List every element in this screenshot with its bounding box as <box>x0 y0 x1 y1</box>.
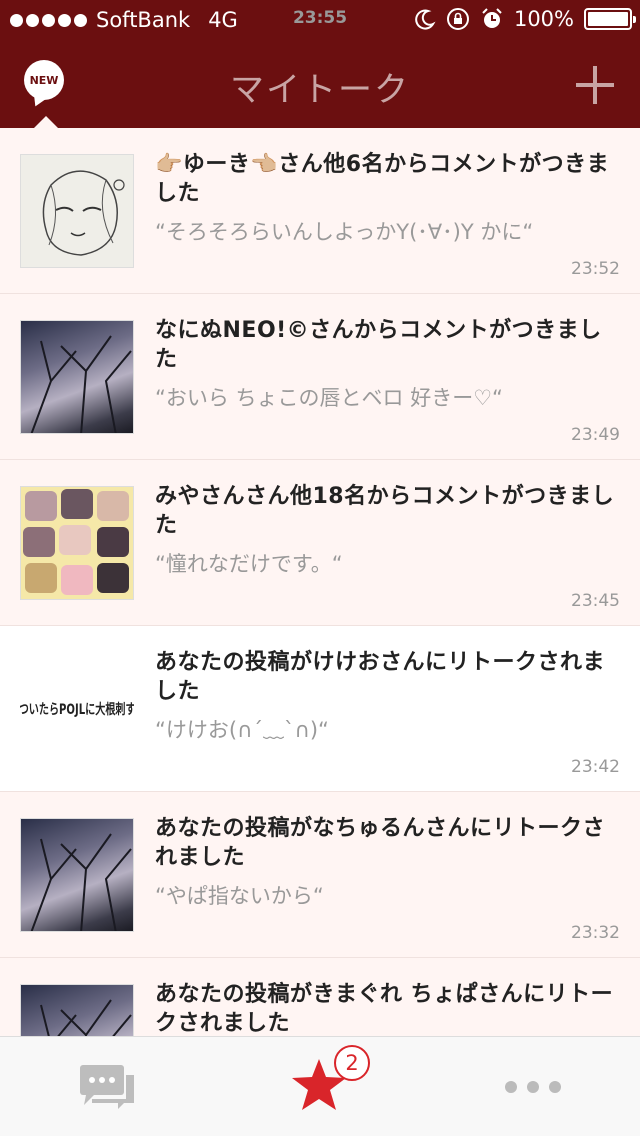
rotation-lock-icon <box>446 8 469 30</box>
notification-quote: “けけお(∩´﹏`∩)“ <box>155 718 329 742</box>
status-bar: SoftBank 4G 23:55 100% <box>0 0 640 40</box>
notification-count-badge: 2 <box>334 1045 370 1081</box>
tab-pointer <box>34 116 58 128</box>
notification-row[interactable]: 嘘ついたらPOJLに大根刺すよ あなたの投稿がけけおさんにリトークされました “… <box>0 626 640 792</box>
add-icon[interactable] <box>576 66 614 104</box>
avatar-collage <box>20 486 134 600</box>
more-icon[interactable] <box>505 1081 561 1093</box>
avatar-photo <box>20 984 134 1036</box>
page-title: マイトーク <box>230 70 410 110</box>
moon-icon <box>415 9 436 30</box>
battery-icon <box>584 8 636 30</box>
notification-quote: “そろそろらいんしよっかY(･∀･)Y かに“ <box>155 220 534 244</box>
notification-list[interactable]: 👉🏼ゆーき👈🏼さん他6名からコメントがつきました “そろそろらいんしよっかY(･… <box>0 128 640 1036</box>
notification-row[interactable]: あなたの投稿がなちゅるんさんにリトークされました “やぱ指ないから“ 23:32 <box>0 792 640 958</box>
avatar-photo <box>20 818 134 932</box>
notification-quote: “憧れなだけです。“ <box>155 552 343 576</box>
notification-row[interactable]: 👉🏼ゆーき👈🏼さん他6名からコメントがつきました “そろそろらいんしよっかY(･… <box>0 128 640 294</box>
notification-row[interactable]: なにぬNEO!©さんからコメントがつきました “おいら ちょこの唇とベロ 好きー… <box>0 294 640 460</box>
notification-text: あなたの投稿がなちゅるんさんにリトークされました <box>155 816 606 870</box>
notification-time: 23:49 <box>571 425 620 445</box>
avatar-sketch <box>20 154 134 268</box>
notification-quote: “おいら ちょこの唇とベロ 好きー♡“ <box>155 386 503 410</box>
notification-text: みやさんさん他18名からコメントがつきました <box>155 484 615 538</box>
notification-text: あなたの投稿がけけおさんにリトークされました <box>155 650 606 704</box>
notification-time: 23:32 <box>571 923 620 943</box>
chat-bubbles-icon[interactable] <box>78 1063 136 1111</box>
avatar-caption: 嘘ついたらPOJLに大根刺すよ <box>20 702 134 718</box>
status-right: 100% <box>414 7 636 31</box>
tab-bar: 2 <box>0 1036 640 1136</box>
notification-time: 23:45 <box>571 591 620 611</box>
notification-text: 👉🏼ゆーき👈🏼さん他6名からコメントがつきました <box>155 152 610 206</box>
avatar-photo <box>20 320 134 434</box>
notification-time: 23:52 <box>571 259 620 279</box>
avatar-text-image: 嘘ついたらPOJLに大根刺すよ <box>20 652 134 766</box>
battery-percent: 100% <box>513 7 574 31</box>
alarm-icon <box>482 8 502 28</box>
notification-quote: “やぱ指ないから“ <box>155 884 324 908</box>
notification-row[interactable]: あなたの投稿がきまぐれ ちょぱさんにリトークされました <box>0 958 640 1036</box>
notification-time: 23:42 <box>571 757 620 777</box>
navigation-bar: NEW マイトーク <box>0 40 640 128</box>
notification-text: あなたの投稿がきまぐれ ちょぱさんにリトークされました <box>155 982 614 1036</box>
notification-row[interactable]: みやさんさん他18名からコメントがつきました “憧れなだけです。“ 23:45 <box>0 460 640 626</box>
notification-text: なにぬNEO!©さんからコメントがつきました <box>155 318 602 372</box>
